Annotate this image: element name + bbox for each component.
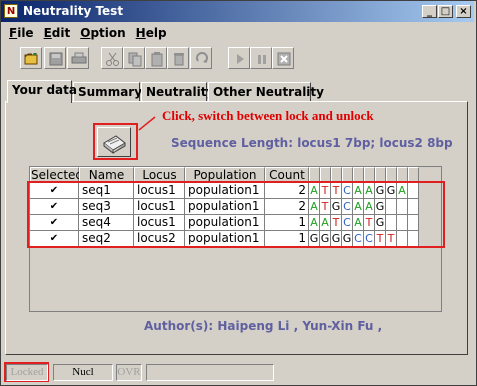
annotation-text: Click, switch between lock and unlock bbox=[162, 108, 374, 123]
lock-toggle-button[interactable] bbox=[97, 127, 131, 157]
authors-label: Author(s): Haipeng Li , Yun-Xin Fu , bbox=[144, 319, 383, 333]
lock-status: Locked bbox=[6, 364, 48, 381]
tab-your-data[interactable]: Your data bbox=[7, 80, 77, 103]
ovr-status: OVR bbox=[116, 364, 142, 381]
status-message bbox=[146, 364, 274, 381]
lock-toggle-icon bbox=[103, 135, 126, 155]
mode-status: Nucl bbox=[53, 364, 113, 381]
sequence-length-label: Sequence Length: locus1 7bp; locus2 8bp bbox=[171, 136, 453, 150]
rows-highlight bbox=[27, 181, 445, 248]
